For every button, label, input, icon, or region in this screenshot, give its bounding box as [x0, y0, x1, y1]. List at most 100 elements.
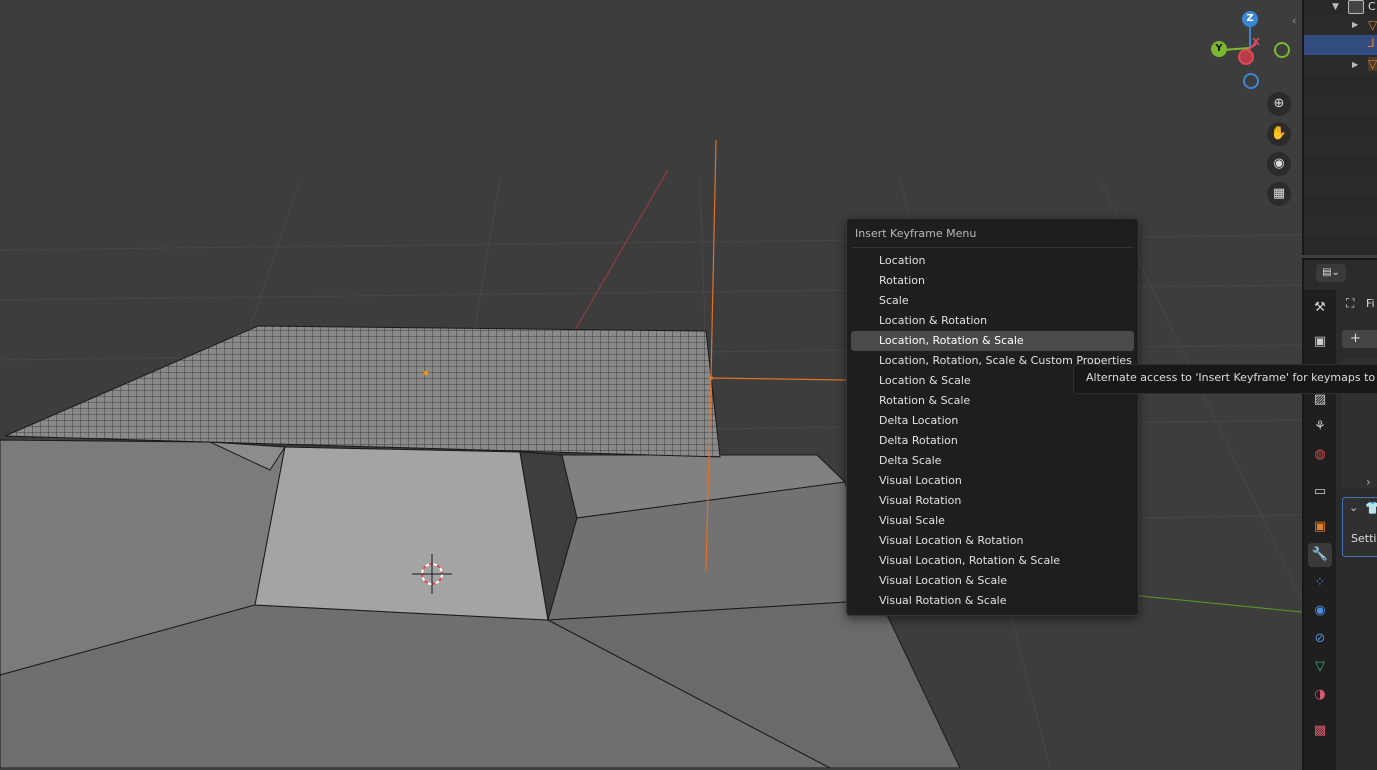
- tab-tool[interactable]: ⚒: [1308, 296, 1332, 320]
- camera-icon: ◉: [1273, 156, 1285, 171]
- expand-right-icon[interactable]: ▶: [1352, 20, 1358, 29]
- menu-item-location-rotation[interactable]: Location & Rotation: [851, 311, 1134, 331]
- mesh-object-icon: ▽: [1368, 57, 1377, 71]
- tab-data[interactable]: ▽: [1308, 655, 1332, 679]
- menu-item-visual-location-rotation-scale[interactable]: Visual Location, Rotation & Scale: [851, 551, 1134, 571]
- x-axis-line: [574, 169, 669, 331]
- outliner-empty-row: [1304, 215, 1377, 235]
- ortho-toggle-button[interactable]: ▦: [1267, 182, 1291, 206]
- fit-icon[interactable]: ⛶: [1346, 296, 1354, 311]
- expand-right-icon[interactable]: ▶: [1352, 60, 1358, 69]
- tab-physics[interactable]: ◉: [1308, 599, 1332, 623]
- zoom-plus-icon: ⊕: [1273, 96, 1285, 111]
- object-origin: [423, 370, 429, 376]
- outliner-empty-row: [1304, 135, 1377, 155]
- tab-render[interactable]: ▣: [1308, 330, 1332, 354]
- menu-item-visual-scale[interactable]: Visual Scale: [851, 511, 1134, 531]
- editor-type-dropdown[interactable]: ▤⌄: [1316, 264, 1346, 282]
- menu-item-delta-rotation[interactable]: Delta Rotation: [851, 431, 1134, 451]
- collection-icon: [1348, 0, 1364, 14]
- tab-world[interactable]: ◍: [1308, 443, 1332, 467]
- chevron-down-icon[interactable]: ⌄: [1349, 501, 1358, 514]
- menu-item-visual-location-scale[interactable]: Visual Location & Scale: [851, 571, 1134, 591]
- menu-item-visual-location[interactable]: Visual Location: [851, 471, 1134, 491]
- outliner-empty-row: [1304, 155, 1377, 175]
- render-icon: ▣: [1313, 334, 1327, 349]
- output-icon: ▨: [1313, 392, 1327, 407]
- outliner-row[interactable]: ▶ ▽: [1304, 55, 1377, 75]
- outliner-empty-row: [1304, 95, 1377, 115]
- texture-icon: ▩: [1313, 723, 1327, 738]
- collection-icon: ▭: [1313, 484, 1327, 499]
- wrench-icon: 🔧: [1311, 547, 1329, 562]
- hand-icon: ✋: [1270, 126, 1288, 141]
- settings-label: Settin: [1351, 532, 1377, 545]
- tooltip: Alternate access to 'Insert Keyframe' fo…: [1073, 364, 1377, 394]
- collapse-arrow-icon[interactable]: ‹: [1292, 14, 1296, 27]
- pan-button[interactable]: ✋: [1267, 122, 1291, 146]
- outliner-row-selected[interactable]: ⅃: [1304, 35, 1377, 55]
- chevron-right-icon[interactable]: ›: [1366, 475, 1371, 489]
- gizmo-y-axis[interactable]: Y: [1211, 41, 1227, 57]
- gizmo-neg-x-axis[interactable]: [1238, 49, 1254, 65]
- empty-object-icon: ⅃: [1368, 36, 1375, 50]
- outliner-panel: ▼ C ▶ ▽ ⅃ ▶ ▽: [1302, 0, 1377, 255]
- outliner-empty-row: [1304, 195, 1377, 215]
- properties-editor-icon: ▤⌄: [1322, 267, 1340, 278]
- menu-item-delta-location[interactable]: Delta Location: [851, 411, 1134, 431]
- grid-icon: ▦: [1272, 186, 1286, 201]
- outliner-empty-row: [1304, 115, 1377, 135]
- menu-item-visual-rotation-scale[interactable]: Visual Rotation & Scale: [851, 591, 1134, 611]
- properties-panel: ▤⌄ ⚒ ▣ ▨ ⚘ ◍ ▭ ▣ 🔧 ⁘ ◉ ⊘ ▽ ◑ ▩ ⛶ Fi + › …: [1302, 258, 1377, 770]
- mesh-data-icon: ▽: [1315, 659, 1325, 674]
- cloth-icon: 👕: [1365, 501, 1377, 515]
- gizmo-neg-y-axis[interactable]: [1274, 42, 1290, 58]
- world-icon: ◍: [1314, 447, 1326, 462]
- menu-item-rotation-scale[interactable]: Rotation & Scale: [851, 391, 1134, 411]
- menu-item-scale[interactable]: Scale: [851, 291, 1134, 311]
- object-icon: ▣: [1313, 519, 1327, 534]
- tab-scene[interactable]: ⚘: [1308, 415, 1332, 439]
- gizmo-x-axis[interactable]: X: [1249, 36, 1263, 50]
- physics-icon: ◉: [1314, 603, 1326, 618]
- tab-material[interactable]: ◑: [1308, 683, 1332, 707]
- menu-item-delta-scale[interactable]: Delta Scale: [851, 451, 1134, 471]
- tab-modifiers[interactable]: 🔧: [1308, 543, 1332, 567]
- cloth-modifier-panel: ⌄ 👕 Settin: [1342, 497, 1377, 557]
- plus-icon: +: [1350, 331, 1361, 346]
- tab-texture[interactable]: ▩: [1308, 719, 1332, 743]
- material-icon: ◑: [1314, 687, 1326, 702]
- outliner-row[interactable]: ▶ ▽: [1304, 15, 1377, 35]
- cloth-plane: [4, 325, 721, 458]
- tab-particles[interactable]: ⁘: [1308, 571, 1332, 595]
- menu-title: Insert Keyframe Menu: [855, 227, 977, 240]
- tooltip-text: Alternate access to 'Insert Keyframe' fo…: [1086, 371, 1377, 384]
- menu-item-location-rotation-scale[interactable]: Location, Rotation & Scale: [851, 331, 1134, 351]
- zoom-button[interactable]: ⊕: [1267, 92, 1291, 116]
- menu-item-visual-location-rotation[interactable]: Visual Location & Rotation: [851, 531, 1134, 551]
- particles-icon: ⁘: [1314, 575, 1326, 590]
- add-modifier-button[interactable]: +: [1342, 330, 1377, 348]
- scene-icon: ⚘: [1314, 419, 1326, 434]
- fit-label: Fi: [1366, 297, 1375, 310]
- tab-constraints[interactable]: ⊘: [1308, 627, 1332, 651]
- constraints-icon: ⊘: [1314, 631, 1326, 646]
- properties-tabs: ⚒ ▣ ▨ ⚘ ◍ ▭ ▣ 🔧 ⁘ ◉ ⊘ ▽ ◑ ▩: [1304, 290, 1336, 770]
- rock-mesh: [0, 439, 961, 768]
- outliner-empty-row: [1304, 175, 1377, 195]
- insert-keyframe-menu: Insert Keyframe Menu Location Rotation S…: [846, 218, 1139, 616]
- camera-view-button[interactable]: ◉: [1267, 152, 1291, 176]
- gizmo-z-axis[interactable]: Z: [1242, 11, 1258, 27]
- tool-icon: ⚒: [1314, 300, 1326, 315]
- menu-item-visual-rotation[interactable]: Visual Rotation: [851, 491, 1134, 511]
- menu-separator: [851, 247, 1134, 248]
- outliner-empty-row: [1304, 75, 1377, 95]
- menu-item-location[interactable]: Location: [851, 251, 1134, 271]
- tab-collection[interactable]: ▭: [1308, 480, 1332, 504]
- mesh-object-icon: ▽: [1368, 18, 1377, 32]
- gizmo-neg-z-axis[interactable]: [1243, 73, 1259, 89]
- collection-label: C: [1368, 0, 1376, 13]
- expand-down-icon[interactable]: ▼: [1332, 2, 1339, 12]
- tab-object[interactable]: ▣: [1308, 515, 1332, 539]
- menu-item-rotation[interactable]: Rotation: [851, 271, 1134, 291]
